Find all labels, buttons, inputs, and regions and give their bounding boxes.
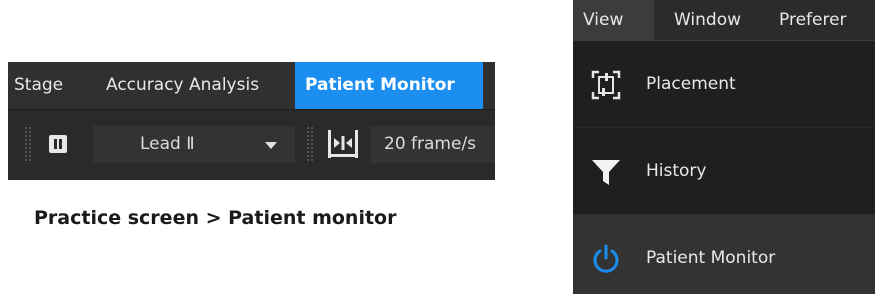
- frame-rate-field[interactable]: 20 frame/s: [370, 126, 495, 163]
- power-icon: [593, 244, 619, 273]
- practice-screen-panel: Stage Accuracy Analysis Patient Monitor …: [8, 62, 495, 180]
- menu-item-history[interactable]: History: [573, 128, 875, 214]
- tab-patient-monitor[interactable]: Patient Monitor: [295, 62, 483, 109]
- menu-item-label: History: [646, 161, 707, 181]
- menu-item-patient-monitor[interactable]: Patient Monitor: [573, 215, 875, 294]
- menu-item-label: Patient Monitor: [646, 248, 776, 268]
- frame-rate-value: 20 frame/s: [384, 134, 477, 154]
- lead-icon: [49, 135, 67, 153]
- toolbar-grip-handle[interactable]: [24, 126, 32, 162]
- menu-item-label: Placement: [646, 74, 736, 94]
- menu-item-placement[interactable]: Placement: [573, 41, 875, 127]
- tab-stage[interactable]: Stage: [14, 62, 63, 109]
- tab-bar: Stage Accuracy Analysis Patient Monitor: [8, 62, 495, 110]
- menu-preferences[interactable]: Preferer: [779, 0, 847, 40]
- menu-view[interactable]: View: [573, 0, 654, 40]
- menu-bar: View Window Preferer: [573, 0, 875, 41]
- patient-monitor-toolbar: Lead Ⅱ 20 frame/s: [8, 110, 495, 180]
- placement-icon: [591, 70, 621, 100]
- chevron-down-icon: [265, 142, 277, 149]
- toolbar-grip-handle[interactable]: [306, 126, 314, 162]
- lead-select-value: Lead Ⅱ: [140, 134, 195, 154]
- view-menu-panel: View Window Preferer Placement History P…: [573, 0, 875, 294]
- caption: Practice screen > Patient monitor: [34, 207, 397, 229]
- frame-rate-icon: [328, 130, 358, 158]
- filter-icon: [592, 160, 620, 185]
- lead-select[interactable]: Lead Ⅱ: [93, 126, 295, 163]
- tab-accuracy-analysis[interactable]: Accuracy Analysis: [106, 62, 259, 109]
- menu-window[interactable]: Window: [674, 0, 741, 40]
